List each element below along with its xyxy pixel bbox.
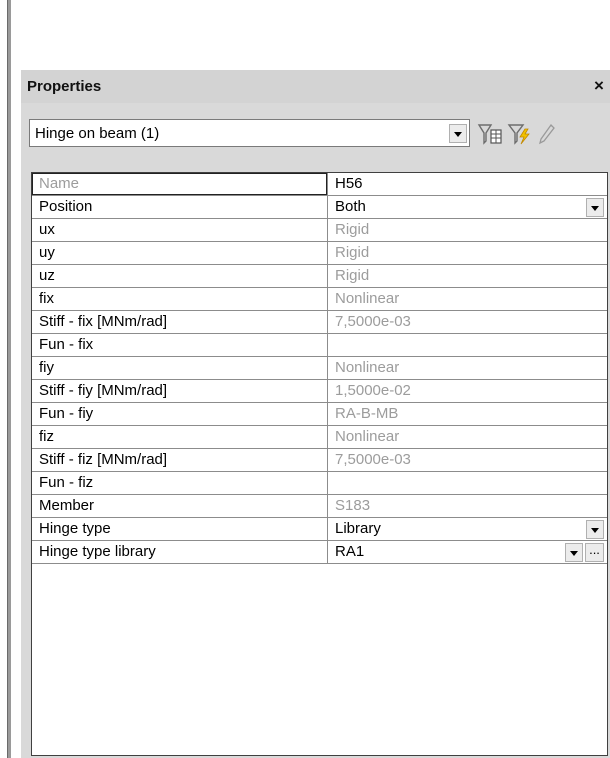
property-value[interactable]: Both: [329, 196, 607, 218]
panel-title: Properties: [27, 78, 102, 95]
property-value: [329, 472, 607, 494]
chevron-down-icon: [591, 528, 599, 533]
property-row-uz[interactable]: uz Rigid: [32, 265, 607, 288]
property-row-fun-fiz[interactable]: Fun - fiz: [32, 472, 607, 495]
selection-combo[interactable]: Hinge on beam (1): [29, 119, 470, 147]
property-row-stiff-fix[interactable]: Stiff - fix [MNm/rad] 7,5000e-03: [32, 311, 607, 334]
property-value: RA-B-MB: [335, 405, 399, 422]
property-label: ux: [32, 219, 328, 241]
chevron-down-icon: [570, 551, 578, 556]
property-value: Rigid: [335, 244, 370, 261]
property-row-stiff-fiy[interactable]: Stiff - fiy [MNm/rad] 1,5000e-02: [32, 380, 607, 403]
property-row-fun-fiy[interactable]: Fun - fiy RA-B-MB: [32, 403, 607, 426]
property-label: fiz: [32, 426, 328, 448]
property-row-member[interactable]: Member S183: [32, 495, 607, 518]
left-splitter[interactable]: [7, 0, 11, 758]
property-label: Stiff - fix [MNm/rad]: [32, 311, 328, 333]
property-row-fun-fix[interactable]: Fun - fix: [32, 334, 607, 357]
property-label: Hinge type: [32, 518, 328, 540]
chevron-down-icon: [454, 132, 462, 137]
property-row-hinge-type-library[interactable]: Hinge type library RA1 ...: [32, 541, 607, 564]
property-value: Nonlinear: [335, 359, 400, 376]
chevron-down-icon: [591, 206, 599, 211]
filter-lightning-icon[interactable]: [507, 122, 533, 146]
property-label: Fun - fix: [32, 334, 328, 356]
property-value: Nonlinear: [335, 290, 400, 307]
browse-ellipsis-button[interactable]: ...: [585, 543, 604, 562]
property-label: Hinge type library: [32, 541, 328, 563]
panel-titlebar: Properties ×: [21, 70, 610, 103]
property-row-fiy[interactable]: fiy Nonlinear: [32, 357, 607, 380]
property-label: uz: [32, 265, 328, 287]
filter-table-icon[interactable]: [477, 122, 503, 146]
property-row-fiz[interactable]: fiz Nonlinear: [32, 426, 607, 449]
property-value: 1,5000e-02: [335, 382, 411, 399]
property-label: Stiff - fiy [MNm/rad]: [32, 380, 328, 402]
property-label: Stiff - fiz [MNm/rad]: [32, 449, 328, 471]
property-label: Fun - fiy: [32, 403, 328, 425]
property-row-position[interactable]: Position Both: [32, 196, 607, 219]
property-value: Nonlinear: [335, 428, 400, 445]
hinge-type-dropdown-button[interactable]: [586, 520, 604, 539]
property-value: 7,5000e-03: [335, 451, 411, 468]
property-value: [329, 334, 607, 356]
property-row-stiff-fiz[interactable]: Stiff - fiz [MNm/rad] 7,5000e-03: [32, 449, 607, 472]
selection-combo-value: Hinge on beam (1): [35, 125, 160, 142]
property-label: Name: [32, 173, 328, 195]
pencil-icon[interactable]: [535, 122, 561, 146]
property-label: Position: [32, 196, 328, 218]
property-row-name[interactable]: Name H56: [32, 173, 607, 196]
selection-dropdown-button[interactable]: [449, 124, 467, 143]
properties-panel: Properties × Hinge on beam (1) Name H56 …: [21, 70, 610, 758]
property-value: Rigid: [335, 267, 370, 284]
close-icon[interactable]: ×: [590, 76, 608, 96]
position-dropdown-button[interactable]: [586, 198, 604, 217]
property-value: Rigid: [335, 221, 370, 238]
property-label: Member: [32, 495, 328, 517]
property-value: S183: [335, 497, 371, 514]
property-grid: Name H56 Position Both ux Rigid uy Rigid…: [31, 172, 608, 756]
property-row-uy[interactable]: uy Rigid: [32, 242, 607, 265]
property-label: fix: [32, 288, 328, 310]
property-row-fix[interactable]: fix Nonlinear: [32, 288, 607, 311]
property-row-ux[interactable]: ux Rigid: [32, 219, 607, 242]
property-value[interactable]: Library: [329, 518, 607, 540]
property-label: Fun - fiz: [32, 472, 328, 494]
property-value[interactable]: H56: [329, 173, 607, 195]
property-value: 7,5000e-03: [335, 313, 411, 330]
hinge-library-dropdown-button[interactable]: [565, 543, 583, 562]
property-label: uy: [32, 242, 328, 264]
property-row-hinge-type[interactable]: Hinge type Library: [32, 518, 607, 541]
property-label: fiy: [32, 357, 328, 379]
